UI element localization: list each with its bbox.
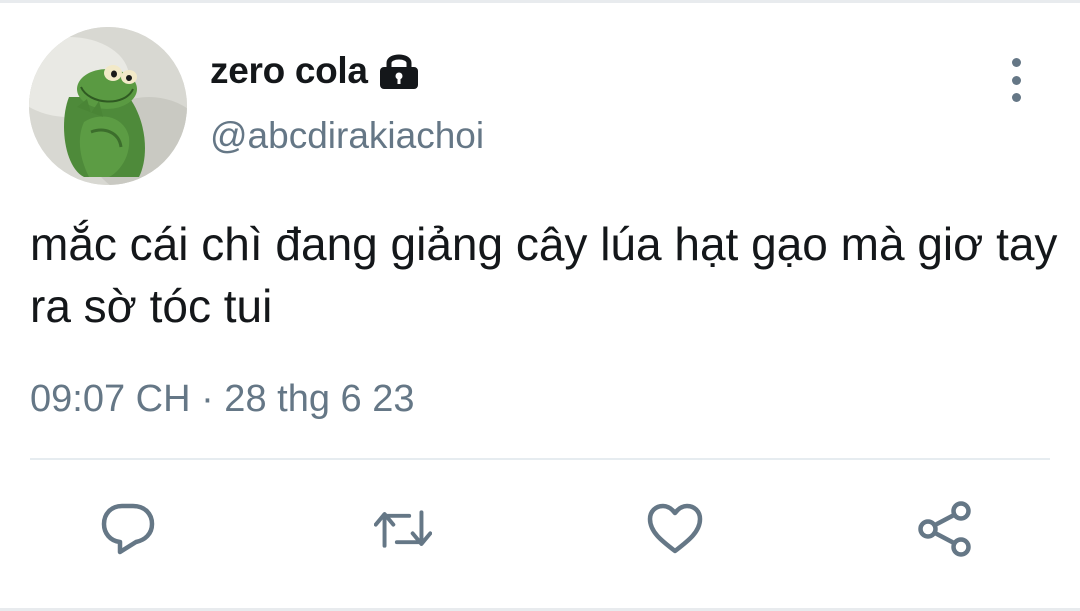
name-row: zero cola	[210, 47, 420, 95]
more-dot	[1011, 58, 1021, 67]
share-icon	[918, 501, 971, 557]
more-vertical-icon[interactable]	[996, 55, 1036, 105]
share-button[interactable]	[916, 500, 974, 558]
tweet-text: mắc cái chì đang giảng cây lúa hạt gạo m…	[30, 218, 1058, 332]
avatar[interactable]	[29, 27, 187, 185]
divider	[30, 458, 1050, 460]
kermit-avatar-image	[29, 27, 187, 185]
display-name[interactable]: zero cola	[210, 50, 368, 92]
tweet-timestamp[interactable]: 09:07 CH · 28 thg 6 23	[30, 378, 414, 421]
tweet-card: zero cola @abcdirakiachoi mắc cái chì đa…	[0, 0, 1080, 611]
more-dot	[1011, 75, 1021, 85]
more-dot	[1011, 93, 1021, 102]
heart-icon	[647, 503, 703, 554]
like-button[interactable]	[646, 500, 704, 558]
retweet-icon	[374, 510, 432, 548]
retweet-button[interactable]	[374, 500, 432, 558]
lock-icon	[378, 52, 420, 90]
user-handle[interactable]: @abcdirakiachoi	[210, 115, 484, 157]
reply-icon	[101, 503, 155, 555]
reply-button[interactable]	[99, 500, 157, 558]
